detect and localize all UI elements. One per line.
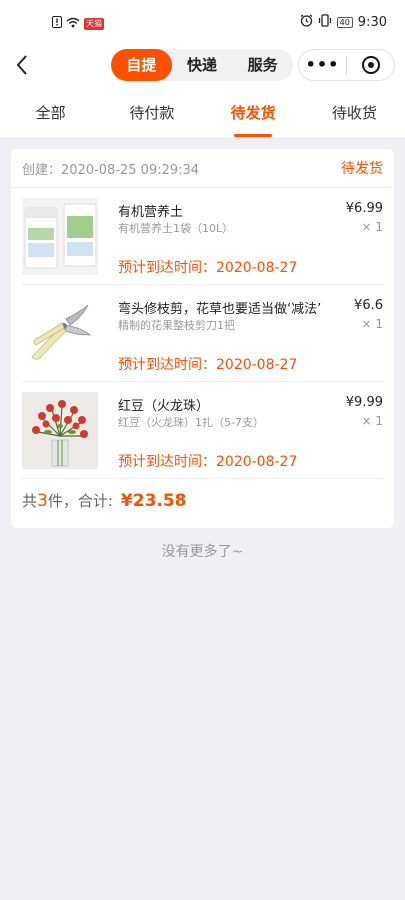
miniprogram-capsule: ••• (298, 49, 395, 81)
status-bar: 天猫 40 9:30 (0, 0, 405, 44)
order-tabs: 全部 待付款 待发货 待收货 (0, 94, 405, 137)
item-count: 3 (37, 491, 48, 511)
back-button[interactable] (8, 48, 36, 82)
product-image-pruner (22, 295, 98, 372)
no-more-text: 没有更多了~ (161, 544, 244, 560)
status-right: 40 9:30 (300, 14, 387, 31)
product-spec: 红豆（火龙珠）1扎（5-7支） (118, 416, 264, 429)
notification-icon (52, 16, 62, 31)
estimated-arrival: 预计到达时间：2020-08-27 (118, 454, 298, 470)
order-total: ¥23.58 (120, 491, 187, 511)
product-name: 红豆（火龙珠） (118, 399, 210, 414)
summary-suffix: 件，合计: (47, 492, 113, 510)
estimated-arrival: 预计到达时间：2020-08-27 (118, 357, 298, 373)
product-quantity: × 1 (361, 220, 383, 234)
alarm-icon (300, 14, 313, 31)
vibrate-icon (318, 14, 332, 31)
product-image-soil (22, 198, 98, 275)
tab-pending-receipt[interactable]: 待收货 (304, 94, 405, 137)
order-summary: 共 3 件，合计: ¥23.58 (22, 490, 187, 511)
segment-self-pickup[interactable]: 自提 (111, 49, 172, 81)
product-price: ¥6.6 (354, 298, 383, 313)
product-price: ¥9.99 (345, 395, 383, 410)
order-status: 待发货 (341, 161, 383, 177)
chevron-left-icon (16, 55, 27, 75)
status-left: 天猫 (52, 16, 104, 31)
order-item[interactable]: 有机营养土 有机营养土1袋（10L） ¥6.99 × 1 预计到达时间：2020… (22, 188, 383, 285)
product-price: ¥6.99 (345, 201, 383, 216)
target-icon (361, 56, 380, 74)
clock-time: 9:30 (357, 15, 387, 30)
product-image-roses (22, 392, 98, 469)
segment-service[interactable]: 服务 (232, 49, 293, 81)
product-spec: 有机营养土1袋（10L） (118, 222, 234, 235)
summary-prefix: 共 (22, 492, 38, 510)
segment-express[interactable]: 快递 (172, 49, 233, 81)
tab-all[interactable]: 全部 (0, 94, 101, 137)
more-menu-button[interactable]: ••• (299, 50, 346, 80)
close-miniprogram-button[interactable] (347, 50, 394, 80)
order-created-time: 创建：2020-08-25 09:29:34 (22, 162, 200, 178)
product-name: 有机营养土 (118, 205, 184, 220)
tab-pending-shipment[interactable]: 待发货 (203, 94, 304, 137)
wifi-icon (66, 17, 80, 31)
nav-bar: 自提 快递 服务 ••• (0, 46, 405, 86)
product-quantity: × 1 (361, 414, 383, 428)
order-item[interactable]: 弯头修枝剪，花草也要适当做‘减法’ 精制的花果整枝剪刀1把 ¥6.6 × 1 预… (22, 285, 383, 382)
order-card[interactable]: 创建：2020-08-25 09:29:34 待发货 有机营养土 有机营养土1袋… (11, 149, 394, 528)
product-name: 弯头修枝剪，花草也要适当做‘减法’ (118, 302, 322, 317)
top-area: 天猫 40 9:30 自提 快递 服务 ••• 全部 待付款 待发货 待收货 (0, 0, 405, 137)
battery-icon: 40 (336, 17, 353, 28)
product-quantity: × 1 (361, 317, 383, 331)
tab-pending-payment[interactable]: 待付款 (101, 94, 202, 137)
order-item[interactable]: 红豆（火龙珠） 红豆（火龙珠）1扎（5-7支） ¥9.99 × 1 预计到达时间… (22, 382, 383, 479)
tmall-badge: 天猫 (84, 17, 104, 30)
delivery-mode-segment: 自提 快递 服务 (111, 49, 293, 81)
order-header: 创建：2020-08-25 09:29:34 待发货 (11, 149, 394, 188)
estimated-arrival: 预计到达时间：2020-08-27 (118, 260, 298, 276)
product-spec: 精制的花果整枝剪刀1把 (118, 319, 235, 332)
